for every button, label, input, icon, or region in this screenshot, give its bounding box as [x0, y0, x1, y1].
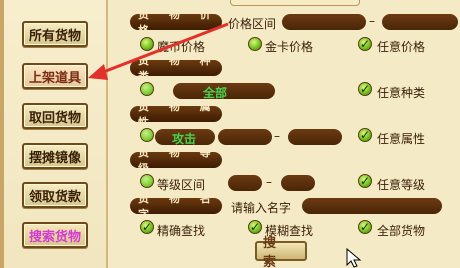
mouse-cursor-icon [346, 248, 362, 268]
annotation-arrow-icon [88, 22, 229, 80]
